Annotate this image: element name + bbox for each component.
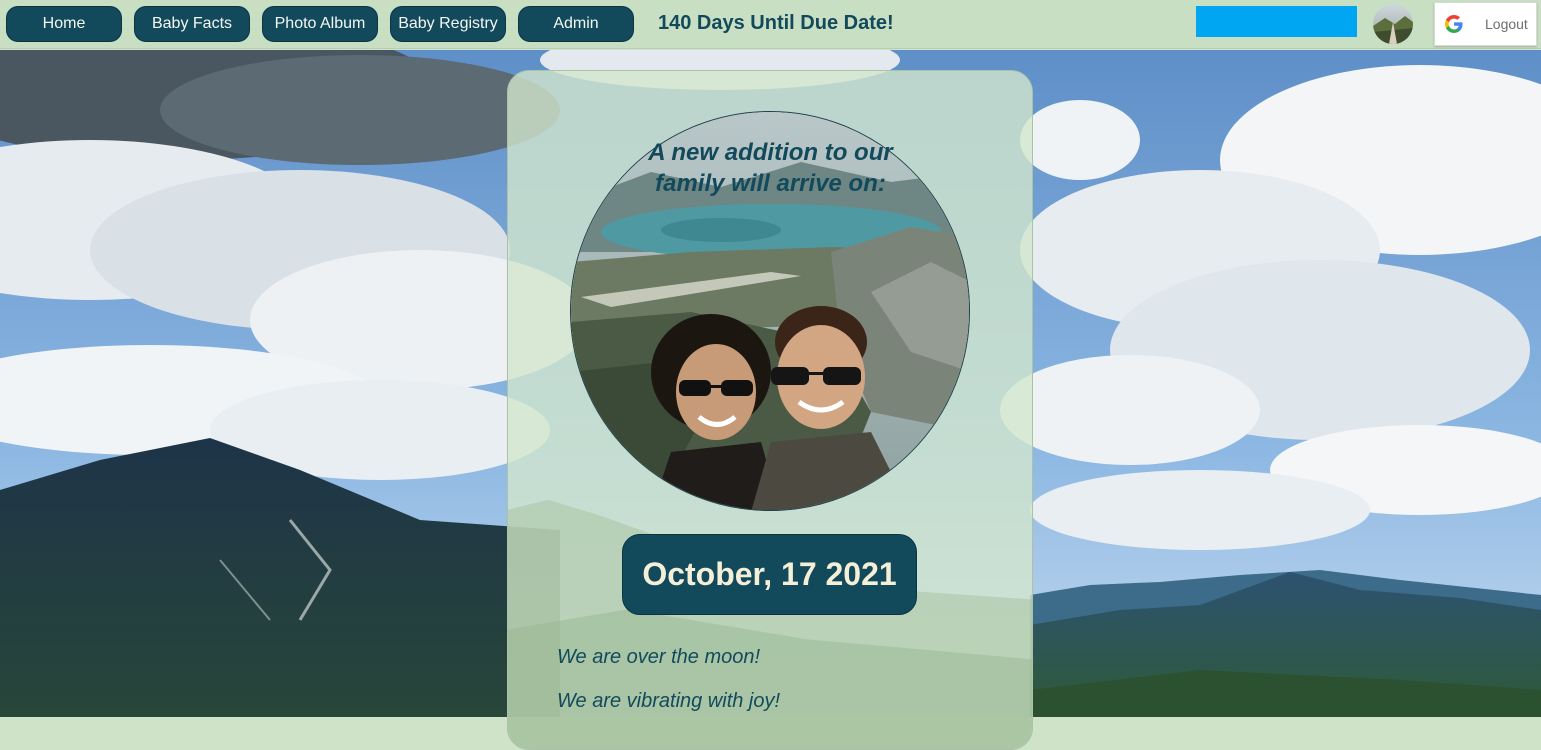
message-line: We are over the moon!: [557, 646, 761, 668]
blue-banner-box: [1196, 6, 1357, 37]
nav-photo-album-button[interactable]: Photo Album: [262, 6, 378, 42]
due-date-text: October, 17 2021: [642, 556, 897, 592]
user-avatar[interactable]: [1373, 4, 1413, 44]
google-icon: [1445, 15, 1463, 33]
due-date-box: October, 17 2021: [622, 534, 917, 615]
announcement-card: A new addition to our family will arrive…: [507, 70, 1033, 750]
avatar-image: [1373, 4, 1413, 44]
google-logout-button[interactable]: Logout: [1434, 2, 1537, 46]
announcement-headline: A new addition to our family will arrive…: [648, 139, 893, 197]
message-line: We are vibrating with joy!: [557, 690, 781, 712]
nav-baby-facts-button[interactable]: Baby Facts: [134, 6, 250, 42]
logout-label: Logout: [1485, 16, 1528, 32]
top-nav-bar: Home Baby Facts Photo Album Baby Registr…: [0, 0, 1541, 49]
nav-admin-button[interactable]: Admin: [518, 6, 634, 42]
nav-baby-registry-button[interactable]: Baby Registry: [390, 6, 506, 42]
nav-home-button[interactable]: Home: [6, 6, 122, 42]
due-date-countdown: 140 Days Until Due Date!: [658, 12, 894, 34]
